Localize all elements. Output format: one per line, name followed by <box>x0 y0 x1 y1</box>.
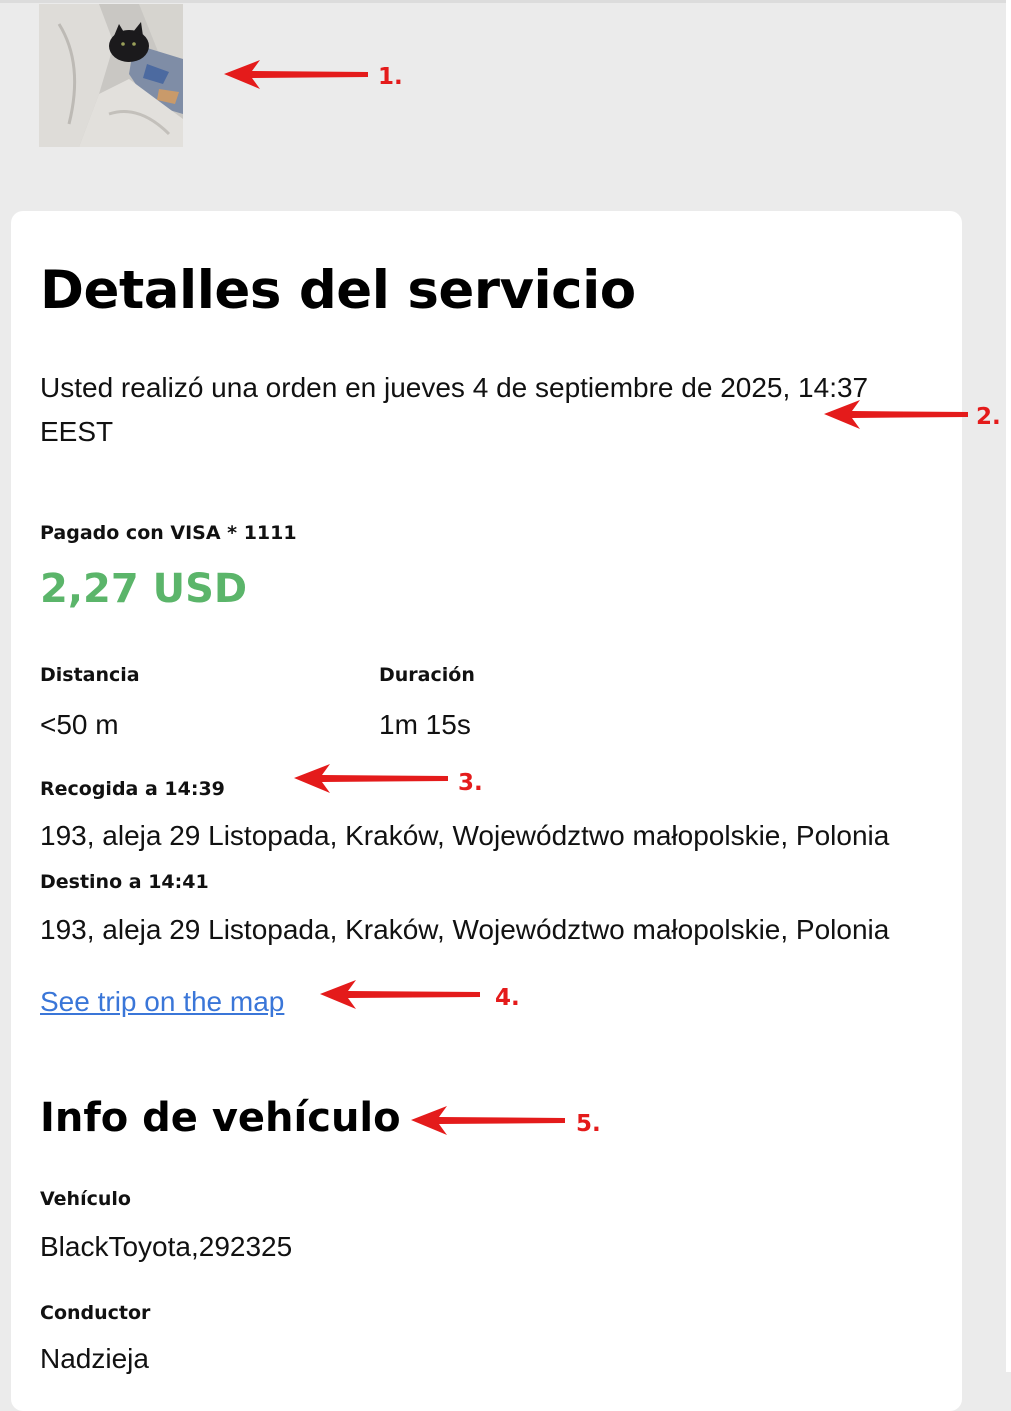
annotation-arrow-4-icon <box>320 980 480 1009</box>
annotation-marker-4: 4. <box>495 985 520 1011</box>
duration-value: 1m 15s <box>379 709 471 740</box>
payment-method-label: Pagado con VISA * 1111 <box>40 522 297 544</box>
duration-label: Duración <box>379 664 475 686</box>
driver-value: Nadzieja <box>40 1343 149 1374</box>
dropoff-address: 193, aleja 29 Listopada, Kraków, Wojewód… <box>40 914 890 945</box>
order-timestamp-text: Usted realizó una orden en jueves 4 de s… <box>40 372 869 447</box>
page-title: Detalles del servicio <box>40 260 636 321</box>
annotation-arrow-1-icon <box>224 60 368 89</box>
pickup-address: 193, aleja 29 Listopada, Kraków, Wojewód… <box>40 820 890 851</box>
top-divider <box>0 0 1006 3</box>
annotation-arrow-3-icon <box>294 764 448 793</box>
annotation-marker-1: 1. <box>378 64 403 90</box>
cat-photo-icon <box>39 4 183 147</box>
vehicle-info-title: Info de vehículo <box>40 1095 401 1141</box>
pickup-label: Recogida a 14:39 <box>40 778 225 800</box>
annotation-arrow-2-icon <box>824 400 968 429</box>
vehicle-label: Vehículo <box>40 1188 131 1210</box>
see-trip-map-link[interactable]: See trip on the map <box>40 984 284 1020</box>
annotation-arrow-5-icon <box>411 1106 565 1135</box>
scroll-edge <box>1006 0 1011 1372</box>
annotation-marker-5: 5. <box>576 1111 601 1137</box>
annotation-marker-2: 2. <box>976 404 1001 430</box>
annotation-marker-3: 3. <box>458 770 483 796</box>
price-value: 2,27 USD <box>40 566 248 612</box>
dropoff-label: Destino a 14:41 <box>40 871 209 893</box>
driver-label: Conductor <box>40 1302 151 1324</box>
vehicle-value: BlackToyota,292325 <box>40 1231 293 1262</box>
distance-value: <50 m <box>40 709 119 740</box>
distance-label: Distancia <box>40 664 140 686</box>
